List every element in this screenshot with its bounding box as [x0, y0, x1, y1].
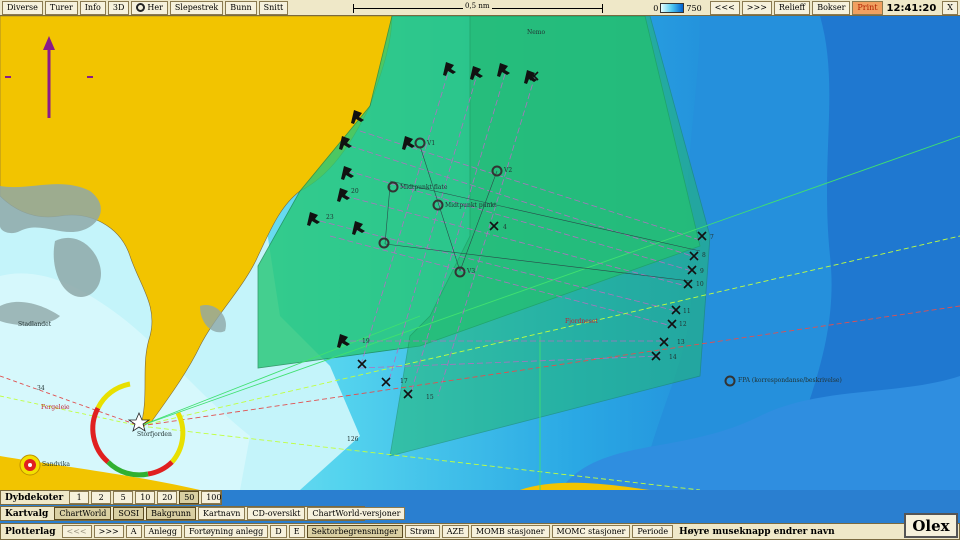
- menu-diverse[interactable]: Diverse: [2, 0, 43, 15]
- position-target-icon: [136, 3, 146, 12]
- map-label-v2: V2: [504, 167, 513, 174]
- buoy-number: 14: [669, 354, 677, 361]
- plot-prev-button[interactable]: <<<: [61, 525, 92, 538]
- clock: 12:41:20: [886, 2, 937, 14]
- nav-next-button[interactable]: >>>: [741, 1, 772, 15]
- map-label-midtpunkt-punkt: Midtpunkt punkt: [445, 202, 497, 209]
- depth-legend[interactable]: 0 750: [653, 3, 702, 13]
- top-right-cluster: 0 750 <<< >>> Relieff Bokser Print 12:41…: [653, 0, 960, 16]
- buoy-number: 9: [700, 268, 704, 275]
- depth-max: 750: [686, 3, 702, 13]
- map-label-v3: V3: [467, 268, 476, 275]
- reef-area-1: [0, 184, 101, 234]
- layer-anlegg-button[interactable]: Anlegg: [143, 525, 182, 538]
- layer-a-button[interactable]: A: [125, 525, 142, 538]
- chart-map[interactable]: Nemo V1 V2 V3 Midtpunkt flate Midtpunkt …: [0, 16, 960, 490]
- depth-contour-bar: Dybdekoter 1 2 5 10 20 50 100: [0, 490, 222, 505]
- layer-d-button[interactable]: D: [270, 525, 287, 538]
- bakgrunn-button[interactable]: Bakgrunn: [146, 507, 197, 520]
- layer-fortoyning-button[interactable]: Fortøyning anlegg: [183, 525, 269, 538]
- top-toolbar: Diverse Turer Info 3D Her Slepestrek Bun…: [0, 0, 960, 16]
- chart-selection-bar: Kartvalg ChartWorld SOSI Bakgrunn Kartna…: [0, 506, 406, 521]
- layer-momb-button[interactable]: MOMB stasjoner: [470, 525, 550, 538]
- depth-option-20[interactable]: 20: [157, 491, 178, 504]
- layer-aze-button[interactable]: AZE: [441, 525, 469, 538]
- bokser-button[interactable]: Bokser: [812, 1, 851, 15]
- buoy-number: 13: [677, 339, 685, 346]
- olex-logo: Olex: [904, 513, 958, 538]
- relieff-button[interactable]: Relieff: [773, 1, 811, 15]
- menu-her[interactable]: Her: [131, 0, 168, 15]
- depth-option-10[interactable]: 10: [135, 491, 156, 504]
- map-label-fjord: Fergeleie: [41, 404, 70, 411]
- close-button[interactable]: X: [942, 1, 958, 15]
- depth-option-1[interactable]: 1: [69, 491, 90, 504]
- map-label-zone: Fjordneset: [565, 318, 598, 325]
- layer-momc-button[interactable]: MOMC stasjoner: [551, 525, 631, 538]
- menu-3d[interactable]: 3D: [107, 0, 130, 15]
- map-label-top: Nemo: [527, 29, 546, 36]
- menu-slepestrek[interactable]: Slepestrek: [169, 0, 224, 15]
- map-label-harbor: Storfjorden: [137, 431, 172, 438]
- menu-her-label: Her: [147, 2, 163, 12]
- scale-tick-right: [602, 4, 603, 13]
- close-icon: X: [947, 3, 953, 12]
- buoy-number: 19: [362, 338, 370, 345]
- buoy-number: 15: [426, 394, 434, 401]
- buoy-number: 8: [702, 252, 706, 259]
- menu-bunn[interactable]: Bunn: [225, 0, 257, 15]
- plotter-layer-title: Plotterlag: [5, 526, 56, 537]
- map-label-beacon: Sandvika: [42, 461, 70, 468]
- depth-option-5[interactable]: 5: [113, 491, 134, 504]
- chartworld-button[interactable]: ChartWorld: [54, 507, 112, 520]
- layer-sektorbegrensninger-button[interactable]: Sektorbegrensninger: [306, 525, 403, 538]
- map-label-fpa: FPA (korrespondanse/beskrivelse): [738, 377, 842, 384]
- buoy-number: 23: [326, 214, 334, 221]
- depth-contour-title: Dybdekoter: [5, 492, 64, 503]
- depth-option-50[interactable]: 50: [179, 491, 200, 504]
- nav-prev-button[interactable]: <<<: [709, 1, 740, 15]
- scale-bar: 0,5 nm: [353, 2, 603, 13]
- plot-next-button[interactable]: >>>: [93, 525, 124, 538]
- cd-oversikt-button[interactable]: CD-oversikt: [247, 507, 306, 520]
- map-label-midtpunkt-flate: Midtpunkt flate: [400, 184, 448, 191]
- map-canvas[interactable]: [0, 16, 960, 490]
- buoy-number: 7: [710, 234, 714, 241]
- depth-option-2[interactable]: 2: [91, 491, 112, 504]
- map-label-depth-b: 34: [37, 385, 45, 392]
- menu-snitt[interactable]: Snitt: [258, 0, 289, 15]
- buoy-number: 20: [351, 188, 359, 195]
- beacon[interactable]: [19, 454, 41, 476]
- rename-hint: Høyre museknapp endrer navn: [679, 526, 835, 537]
- scale-label: 0,5 nm: [463, 2, 492, 10]
- map-label-coast: Stadlandet: [18, 321, 52, 328]
- print-button[interactable]: Print: [852, 1, 883, 15]
- layer-strom-button[interactable]: Strøm: [404, 525, 440, 538]
- buoy-number: 17: [400, 378, 408, 385]
- map-label-depth-a: 126: [347, 436, 359, 443]
- chart-selection-title: Kartvalg: [5, 508, 49, 519]
- buoy-number: 4: [503, 224, 507, 231]
- sosi-button[interactable]: SOSI: [113, 507, 145, 520]
- menu-info[interactable]: Info: [79, 0, 106, 15]
- buoy-number: 11: [683, 308, 691, 315]
- depth-min: 0: [653, 3, 659, 13]
- chartworld-versjoner-button[interactable]: ChartWorld-versjoner: [307, 507, 406, 520]
- buoy-number: 12: [679, 321, 687, 328]
- scale-tick-left: [353, 4, 354, 13]
- depth-option-100[interactable]: 100: [201, 491, 222, 504]
- kartnavn-button[interactable]: Kartnavn: [198, 507, 246, 520]
- layer-e-button[interactable]: E: [288, 525, 305, 538]
- buoy-number: 10: [696, 281, 704, 288]
- layer-periode-button[interactable]: Periode: [632, 525, 674, 538]
- depth-gradient: [660, 3, 685, 13]
- menu-turer[interactable]: Turer: [44, 0, 78, 15]
- plotter-layer-bar: Plotterlag <<< >>> A Anlegg Fortøyning a…: [0, 523, 960, 540]
- map-label-v1: V1: [427, 140, 436, 147]
